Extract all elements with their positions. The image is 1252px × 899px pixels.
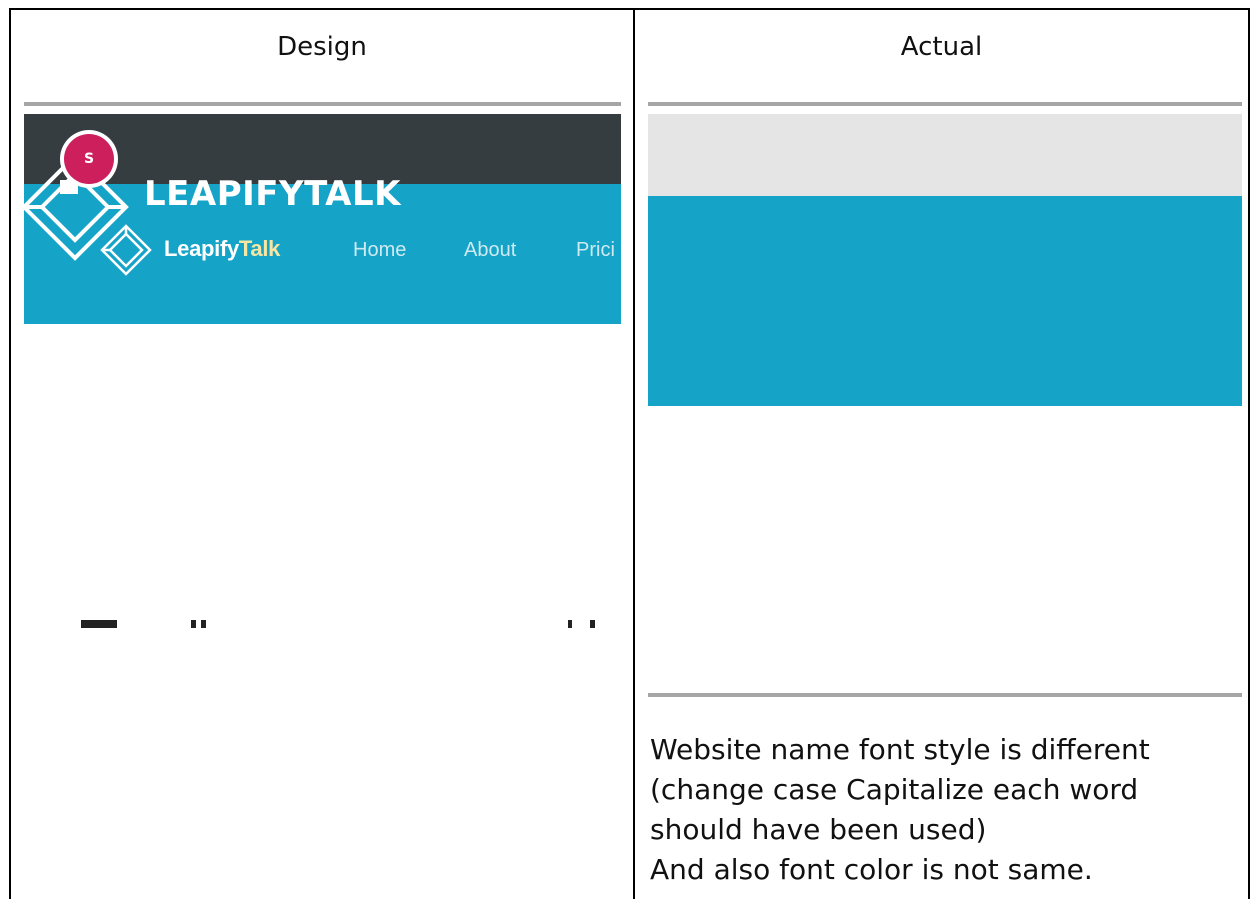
issue-note: Website name font style is different (ch… — [650, 730, 1240, 890]
table-border-top — [9, 8, 1250, 10]
actual-nav-bar — [648, 196, 1242, 406]
brand-talk: Talk — [238, 236, 281, 261]
separator-actual-top — [648, 102, 1242, 106]
brand-leapify: Leapify — [164, 236, 239, 261]
actual-top-bar — [648, 114, 1242, 196]
avatar-letter: S — [64, 134, 114, 184]
heading-fragment — [568, 620, 572, 628]
heading-fragment — [590, 620, 595, 628]
note-line: Website name font style is different — [650, 733, 1150, 766]
note-line: (change case Capitalize each word — [650, 773, 1139, 806]
design-brand-name[interactable]: LeapifyTalk — [164, 236, 280, 262]
column-header-design: Design — [277, 32, 367, 62]
heading-fragment — [81, 620, 117, 628]
heading-fragment — [191, 620, 196, 628]
table-border-left — [9, 8, 11, 899]
table-border-right — [1248, 8, 1250, 899]
note-line: And also font color is not same. — [650, 853, 1093, 886]
avatar[interactable]: S — [60, 130, 118, 188]
table-border-middle — [633, 8, 635, 899]
nav-home[interactable]: Home — [353, 239, 406, 262]
separator-design-top — [24, 102, 621, 106]
nav-pricing[interactable]: Prici — [576, 239, 615, 262]
design-cut-off-heading — [24, 600, 621, 628]
actual-brand-name[interactable]: LEAPIFYTALK — [144, 174, 401, 214]
nav-about[interactable]: About — [464, 239, 516, 262]
heading-fragment — [201, 620, 206, 628]
column-header-actual: Actual — [900, 32, 983, 62]
actual-screenshot — [648, 114, 1242, 406]
separator-actual-note — [648, 693, 1242, 697]
note-line: should have been used) — [650, 813, 987, 846]
